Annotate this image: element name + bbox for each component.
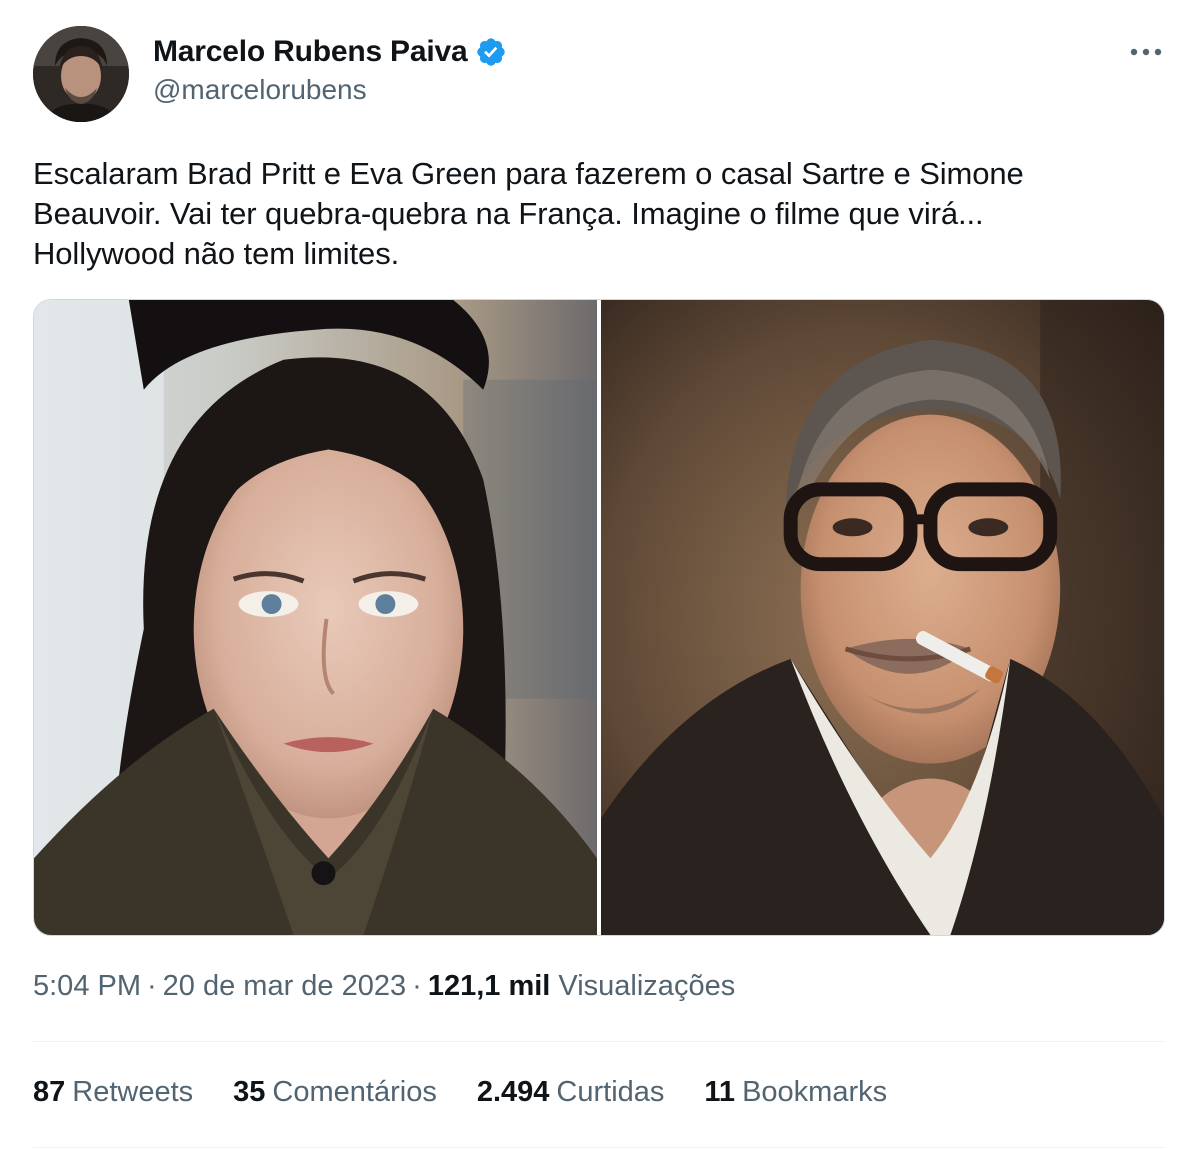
stat-count: 11 <box>704 1076 736 1108</box>
tweet-text-line: Beauvoir. Vai ter quebra-quebra na Franç… <box>33 196 984 231</box>
views-label: Visualizações <box>558 970 736 1002</box>
media-photo-man[interactable] <box>601 300 1164 935</box>
views-count: 121,1 mil <box>427 970 551 1002</box>
meta-separator: · <box>412 970 422 1002</box>
divider <box>33 1147 1165 1148</box>
more-options-button[interactable] <box>1124 36 1168 68</box>
tweet-date[interactable]: 20 de mar de 2023 <box>163 970 406 1002</box>
tweet-media <box>33 299 1165 936</box>
stat-likes[interactable]: 2.494 Curtidas <box>477 1076 665 1109</box>
portrait-man-image <box>601 300 1164 935</box>
stat-count: 35 <box>233 1076 266 1108</box>
divider <box>33 1041 1165 1042</box>
stat-label: Comentários <box>272 1076 437 1108</box>
media-photo-woman[interactable] <box>34 300 597 935</box>
verified-badge-icon <box>475 36 507 68</box>
stat-comments[interactable]: 35 Comentários <box>233 1076 437 1109</box>
author-handle[interactable]: @marcelorubens <box>153 74 367 106</box>
tweet-meta: 5:04 PM · 20 de mar de 2023 · 121,1 mil Visu… <box>33 970 735 1003</box>
meta-separator: · <box>147 970 157 1002</box>
tweet-time[interactable]: 5:04 PM <box>33 970 141 1002</box>
stat-label: Bookmarks <box>742 1076 888 1108</box>
stat-label: Retweets <box>72 1076 194 1108</box>
portrait-woman-image <box>34 300 597 935</box>
stat-label: Curtidas <box>556 1076 665 1108</box>
stat-count: 2.494 <box>476 1076 550 1108</box>
stat-bookmarks[interactable]: 11 Bookmarks <box>704 1076 887 1109</box>
more-icon <box>1130 48 1162 56</box>
tweet-stats: 87 Retweets 35 Comentários 2.494 Curtidas 1… <box>33 1076 887 1109</box>
stat-retweets[interactable]: 87 Retweets <box>33 1076 193 1109</box>
tweet-text: Escalaram Brad Pritt e Eva Green para fa… <box>33 154 1163 274</box>
author-display-name[interactable]: Marcelo Rubens Paiva <box>153 35 468 69</box>
tweet-text-line: Escalaram Brad Pritt e Eva Green para fa… <box>33 156 1024 191</box>
author-name-row: Marcelo Rubens Paiva <box>153 32 507 72</box>
tweet: Marcelo Rubens Paiva @marcelorubens Esca… <box>0 0 1202 1150</box>
avatar[interactable] <box>33 26 129 122</box>
tweet-text-line: Hollywood não tem limites. <box>33 236 400 271</box>
avatar-photo <box>33 26 129 122</box>
stat-count: 87 <box>33 1076 66 1108</box>
